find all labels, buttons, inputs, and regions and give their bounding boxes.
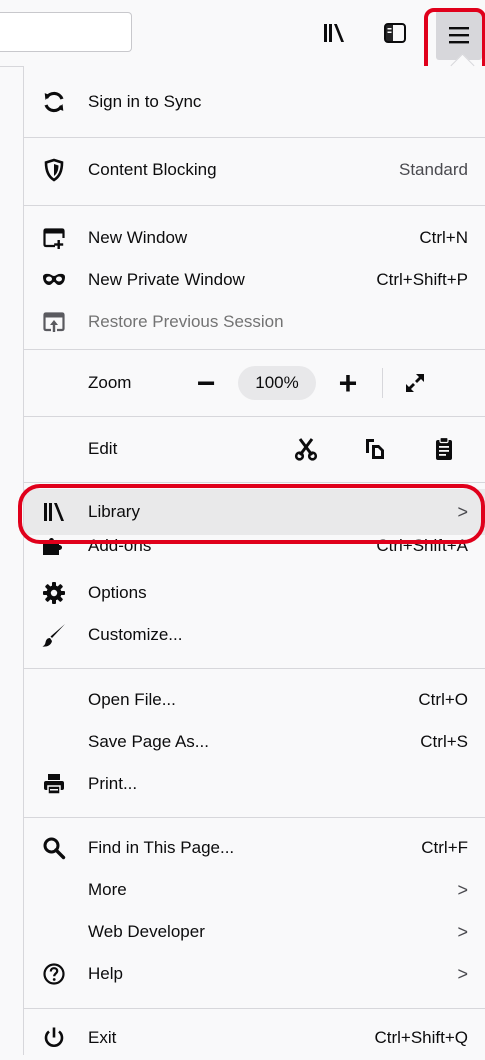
exit-label: Exit [88, 1028, 117, 1047]
save-page-as-item[interactable]: Save Page As... Ctrl+S [24, 720, 485, 764]
private-mask-icon [41, 267, 67, 293]
content-blocking-label: Content Blocking [88, 160, 217, 179]
open-file-label: Open File... [88, 690, 176, 709]
sidebar-toolbar-button[interactable] [375, 12, 415, 54]
paste-icon [433, 436, 455, 462]
fullscreen-button[interactable] [395, 363, 435, 403]
new-window-item[interactable]: New Window Ctrl+N [24, 216, 485, 260]
shield-icon [41, 157, 67, 183]
exit-item[interactable]: Exit Ctrl+Shift+Q [24, 1016, 485, 1060]
find-label: Find in This Page... [88, 838, 235, 857]
web-developer-chevron: > [457, 921, 468, 942]
power-icon [41, 1025, 67, 1051]
edit-controls [286, 424, 485, 474]
help-icon [41, 961, 67, 987]
customize-label: Customize... [88, 625, 183, 644]
content-blocking-value: Standard [399, 160, 468, 179]
help-item[interactable]: Help > [24, 952, 485, 996]
web-developer-item[interactable]: Web Developer > [24, 910, 485, 954]
cut-icon [294, 437, 318, 461]
save-page-shortcut: Ctrl+S [420, 732, 468, 751]
restore-session-icon [41, 309, 67, 335]
help-chevron: > [457, 963, 468, 984]
sign-in-label: Sign in to Sync [88, 92, 202, 111]
options-label: Options [88, 583, 147, 602]
separator [24, 1008, 485, 1009]
customize-item[interactable]: Customize... [24, 613, 485, 657]
open-file-shortcut: Ctrl+O [418, 690, 468, 709]
separator [24, 349, 485, 350]
restore-session-label: Restore Previous Session [88, 312, 284, 331]
new-private-window-label: New Private Window [88, 270, 245, 289]
new-window-shortcut: Ctrl+N [419, 228, 468, 247]
sign-in-to-sync-item[interactable]: Sign in to Sync [24, 80, 485, 124]
more-label: More [88, 880, 127, 899]
more-chevron: > [457, 879, 468, 900]
zoom-row: Zoom − 100% + [24, 358, 485, 408]
print-label: Print... [88, 774, 138, 793]
copy-icon [363, 437, 387, 461]
zoom-in-button[interactable]: + [328, 363, 368, 403]
cut-button[interactable] [286, 429, 326, 469]
separator [24, 817, 485, 818]
exit-shortcut: Ctrl+Shift+Q [374, 1028, 468, 1047]
copy-button[interactable] [355, 429, 395, 469]
edit-row: Edit [24, 424, 485, 474]
separator [24, 205, 485, 206]
zoom-reset-button[interactable]: 100% [238, 366, 316, 400]
web-developer-label: Web Developer [88, 922, 205, 941]
separator [24, 668, 485, 669]
new-window-label: New Window [88, 228, 188, 247]
new-window-icon [41, 225, 67, 251]
save-page-label: Save Page As... [88, 732, 209, 751]
library-icon [321, 21, 347, 45]
gear-icon [41, 580, 67, 606]
restore-previous-session-item[interactable]: Restore Previous Session [24, 300, 485, 344]
library-highlight [18, 484, 485, 544]
open-file-item[interactable]: Open File... Ctrl+O [24, 678, 485, 722]
options-item[interactable]: Options [24, 571, 485, 615]
more-item[interactable]: More > [24, 868, 485, 912]
sidebar-icon [383, 22, 407, 44]
app-menu-panel: Sign in to Sync Content Blocking Standar… [23, 66, 485, 1055]
zoom-out-button[interactable]: − [186, 363, 226, 403]
printer-icon [41, 771, 67, 797]
zoom-controls: − 100% + [186, 358, 435, 408]
find-shortcut: Ctrl+F [421, 838, 468, 857]
toolbar [0, 0, 485, 67]
brush-icon [41, 622, 67, 648]
separator [24, 482, 485, 483]
print-item[interactable]: Print... [24, 762, 485, 806]
library-toolbar-button[interactable] [314, 12, 354, 54]
content-blocking-item[interactable]: Content Blocking Standard [24, 148, 485, 192]
new-private-window-shortcut: Ctrl+Shift+P [376, 270, 468, 289]
find-in-page-item[interactable]: Find in This Page... Ctrl+F [24, 826, 485, 870]
search-icon [41, 835, 67, 861]
sync-icon [41, 89, 67, 115]
separator [24, 137, 485, 138]
fullscreen-icon [403, 371, 427, 395]
zoom-divider [382, 368, 383, 398]
help-label: Help [88, 964, 123, 983]
url-bar[interactable] [0, 12, 132, 52]
paste-button[interactable] [424, 429, 464, 469]
new-private-window-item[interactable]: New Private Window Ctrl+Shift+P [24, 258, 485, 302]
separator [24, 416, 485, 417]
